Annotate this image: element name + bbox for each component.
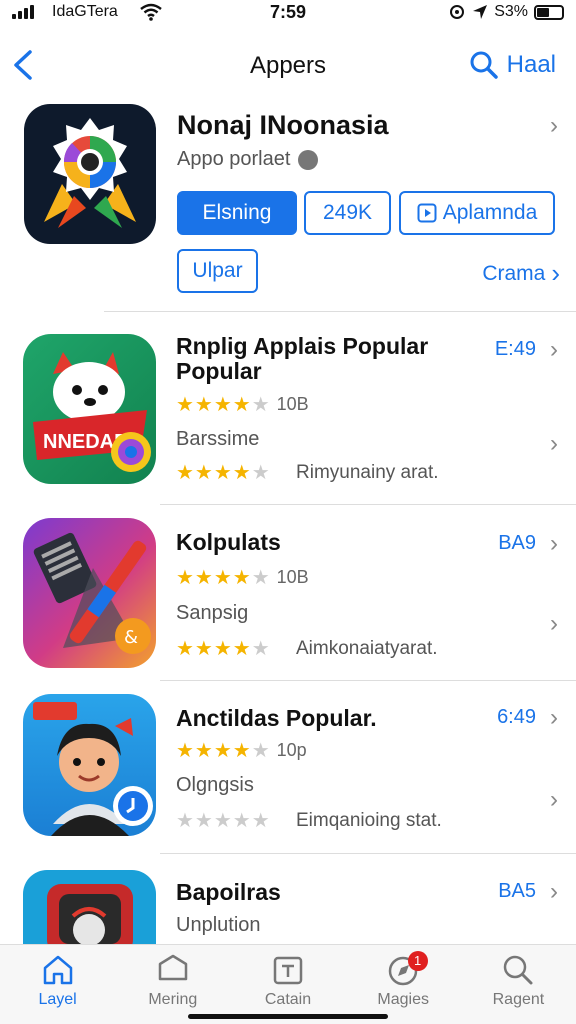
row-1-price[interactable]: E:49 bbox=[495, 338, 536, 361]
row-1-rating: ★★★★★ 10B bbox=[176, 392, 309, 417]
row-1-chevron-icon[interactable]: › bbox=[550, 336, 558, 364]
row-3-chevron-icon[interactable]: › bbox=[550, 704, 558, 732]
divider bbox=[160, 504, 576, 505]
app-icon-row-1[interactable]: NNEDARA bbox=[23, 334, 156, 484]
orientation-lock-icon bbox=[450, 5, 465, 19]
row-2-subtitle: Sanpsig bbox=[176, 602, 249, 624]
tab-layel-label: Layel bbox=[38, 991, 77, 1008]
row-3-title[interactable]: Anctildas Popular. bbox=[176, 706, 476, 731]
svg-text:&: & bbox=[124, 627, 138, 648]
row-4-price[interactable]: BA5 bbox=[498, 880, 536, 903]
featured-app-title[interactable]: Nonaj INoonasia bbox=[177, 110, 389, 141]
row-1-title[interactable]: Rnplig Applais Popular Popular bbox=[176, 334, 476, 384]
row-1-extra: Rimyunainy arat. bbox=[296, 462, 439, 483]
app-icon-row-4[interactable] bbox=[23, 870, 156, 944]
featured-preview-label: Aplamnda bbox=[442, 201, 538, 224]
app-icon-row-2[interactable]: & bbox=[23, 518, 156, 668]
row-1-detail-chevron-icon[interactable]: › bbox=[550, 430, 558, 458]
star-rating-icon: ★★★★★ bbox=[176, 810, 271, 832]
search-button[interactable]: Haal bbox=[469, 50, 556, 80]
star-rating-icon: ★★★★★ bbox=[176, 462, 271, 484]
star-rating-icon: ★★★★★ bbox=[176, 567, 271, 589]
featured-primary-button[interactable]: Elsning bbox=[177, 191, 297, 235]
row-2-rating-count: 10B bbox=[276, 567, 309, 587]
star-rating-icon: ★★★★★ bbox=[176, 638, 271, 660]
nav-bar: Appers Haal bbox=[0, 40, 576, 92]
divider bbox=[104, 311, 576, 312]
search-icon bbox=[470, 51, 498, 79]
tab-mering[interactable]: Mering bbox=[115, 945, 230, 1024]
row-2-title[interactable]: Kolpulats bbox=[176, 530, 476, 555]
home-icon bbox=[43, 955, 72, 985]
tab-catain-label: Catain bbox=[264, 991, 312, 1008]
row-3-rating-count: 10p bbox=[276, 740, 307, 760]
row-2-extra: Aimkonaiatyarat. bbox=[296, 638, 438, 659]
info-icon[interactable] bbox=[298, 149, 319, 170]
calendar-icon bbox=[273, 956, 303, 985]
row-2-rating: ★★★★★ 10B bbox=[176, 565, 309, 590]
featured-app-icon[interactable] bbox=[24, 104, 156, 244]
featured-secondary-button[interactable]: Ulpar bbox=[177, 249, 258, 293]
home-indicator[interactable] bbox=[188, 1014, 388, 1019]
featured-more-link[interactable]: Crama › bbox=[482, 258, 560, 289]
tab-ragent[interactable]: Ragent bbox=[461, 945, 576, 1024]
tab-layel[interactable]: Layel bbox=[0, 945, 115, 1024]
tab-mering-label: Mering bbox=[148, 991, 198, 1008]
row-1-rating-2: ★★★★★ bbox=[176, 460, 271, 485]
tab-ragent-label: Ragent bbox=[492, 991, 545, 1008]
featured-app-subtitle: Appo porlaet bbox=[177, 148, 319, 171]
star-rating-icon: ★★★★★ bbox=[176, 394, 271, 416]
more-chevron-icon: › bbox=[551, 258, 560, 288]
search-label: Haal bbox=[506, 51, 556, 78]
row-3-extra: Eimqanioing stat. bbox=[296, 810, 442, 831]
location-icon bbox=[473, 5, 488, 19]
row-3-price[interactable]: 6:49 bbox=[497, 706, 536, 729]
row-2-rating-2: ★★★★★ bbox=[176, 636, 271, 661]
row-4-title[interactable]: Bapoilras bbox=[176, 880, 476, 905]
play-icon bbox=[417, 203, 437, 223]
battery-percent: S3% bbox=[494, 3, 528, 20]
featured-count-button[interactable]: 249K bbox=[304, 191, 391, 235]
tab-catain[interactable]: Catain bbox=[230, 945, 345, 1024]
search-icon bbox=[504, 955, 533, 985]
divider bbox=[160, 680, 576, 681]
featured-preview-button[interactable]: Aplamnda bbox=[399, 191, 555, 235]
notification-badge: 1 bbox=[407, 951, 428, 971]
row-1-rating-count: 10B bbox=[276, 394, 309, 414]
divider bbox=[160, 853, 576, 854]
row-3-rating-2: ★★★★★ bbox=[176, 808, 271, 833]
row-4-chevron-icon[interactable]: › bbox=[550, 878, 558, 906]
row-1-subtitle: Barssime bbox=[176, 428, 260, 450]
row-3-subtitle: Olgngsis bbox=[176, 774, 254, 796]
app-icon-row-3[interactable] bbox=[23, 694, 156, 836]
row-2-detail-chevron-icon[interactable]: › bbox=[550, 610, 558, 638]
star-rating-icon: ★★★★★ bbox=[176, 740, 271, 762]
tab-magies-label: Magies bbox=[377, 991, 429, 1008]
row-3-rating: ★★★★★ 10p bbox=[176, 738, 307, 763]
tab-magies[interactable]: 1 Magies bbox=[346, 945, 461, 1024]
row-2-price[interactable]: BA9 bbox=[498, 532, 536, 555]
featured-more-label: Crama bbox=[482, 261, 546, 285]
featured-subtitle-text: Appo porlaet bbox=[177, 148, 291, 170]
row-3-detail-chevron-icon[interactable]: › bbox=[550, 786, 558, 814]
status-bar: IdaGTera 7:59 S3% bbox=[0, 0, 576, 26]
battery-icon bbox=[534, 4, 564, 20]
tab-bar: Layel Mering Catain 1 Magies Ragent bbox=[0, 944, 576, 1024]
row-2-chevron-icon[interactable]: › bbox=[550, 530, 558, 558]
hexagon-icon bbox=[158, 954, 188, 981]
row-4-subtitle: Unplution bbox=[176, 914, 261, 936]
featured-chevron-right-icon[interactable]: › bbox=[550, 112, 558, 140]
